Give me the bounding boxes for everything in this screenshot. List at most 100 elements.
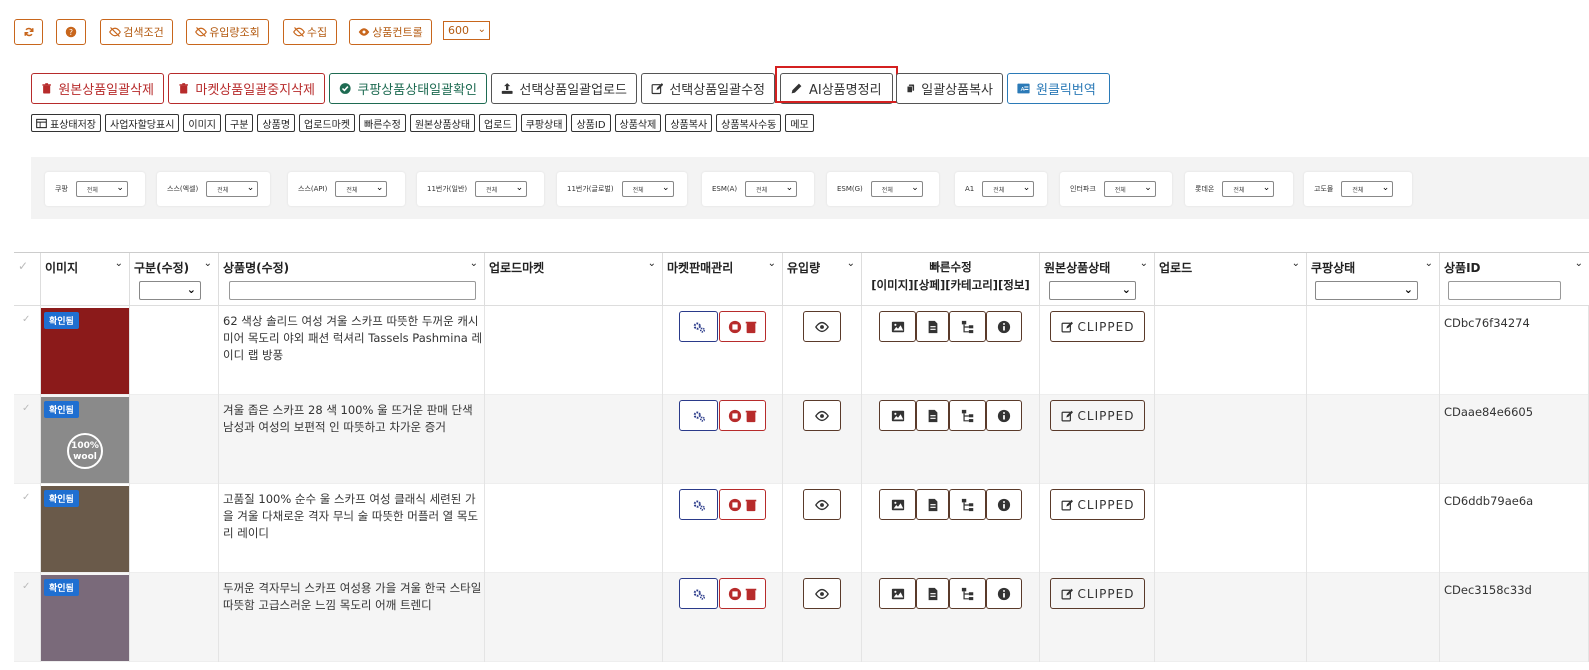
coupang-status-filter-select[interactable]: ⌄ [1315, 281, 1418, 300]
product-thumbnail[interactable]: 확인됨 [41, 486, 129, 572]
chevron-down-icon[interactable]: ⌄ [1425, 258, 1433, 269]
column-tag[interactable]: 사업자할당표시 [105, 114, 180, 132]
product-name[interactable]: 고품질 100% 순수 울 스카프 여성 클래식 세련된 가을 겨울 다채로운 … [223, 491, 483, 542]
market-settings-button[interactable] [679, 400, 718, 431]
collect-button[interactable]: 수집 [283, 19, 337, 45]
product-id-filter-input[interactable] [1448, 281, 1561, 300]
column-tag[interactable]: 표상태저장 [31, 114, 101, 132]
table-row[interactable]: ✓ 확인됨 고품질 100% 순수 울 스카프 여성 클래식 세련된 가을 겨울 다… [14, 484, 1589, 573]
product-control-button[interactable]: 상품컨트롤 [349, 19, 432, 45]
view-inflow-button[interactable] [803, 489, 841, 520]
row-checkbox[interactable]: ✓ [22, 581, 30, 592]
bulk-edit-button[interactable]: 선택상품일괄수정 [641, 73, 775, 104]
filter-select[interactable]: 전체 ⌄ [75, 181, 128, 197]
chevron-down-icon[interactable]: ⌄ [1292, 258, 1300, 269]
column-tag[interactable]: 원본상품상태 [409, 114, 476, 132]
column-tag[interactable]: 이미지 [183, 114, 222, 132]
page-size-select[interactable]: 600 ⌄ [443, 21, 490, 40]
edit-info-button[interactable] [986, 400, 1022, 431]
one-click-translate-button[interactable]: A 원클릭번역 [1007, 73, 1110, 104]
chevron-down-icon[interactable]: ⌄ [1140, 258, 1148, 269]
view-inflow-button[interactable] [803, 400, 841, 431]
row-checkbox[interactable]: ✓ [22, 403, 30, 414]
help-button[interactable]: ? [56, 19, 86, 45]
edit-info-button[interactable] [986, 578, 1022, 609]
original-status-button[interactable]: CLIPPED [1050, 311, 1145, 342]
search-condition-button[interactable]: 검색조건 [100, 19, 173, 45]
product-name[interactable]: 두꺼운 격자무늬 스카프 여성용 가을 겨울 한국 스타일 따뜻함 고급스러운 … [223, 580, 483, 614]
column-tag[interactable]: 쿠팡상태 [520, 114, 568, 132]
filter-select[interactable]: 전체 ⌄ [206, 181, 259, 197]
original-status-button[interactable]: CLIPPED [1050, 578, 1145, 609]
product-name-filter-input[interactable] [229, 281, 476, 300]
filter-select[interactable]: 전체 ⌄ [1222, 181, 1275, 197]
bulk-copy-button[interactable]: 일괄상품복사 [896, 73, 1003, 104]
ai-product-name-button[interactable]: AI상품명정리 [780, 73, 893, 104]
filter-select[interactable]: 전체 ⌄ [1341, 181, 1394, 197]
table-row[interactable]: ✓ 확인됨 100% wool 겨울 좁은 스카프 28 색 100% 울 뜨거운 판… [14, 395, 1589, 484]
table-row[interactable]: ✓ 확인됨 62 색상 솔리드 여성 겨울 스카프 따뜻한 두꺼운 캐시미어 목도리… [14, 306, 1589, 395]
filter-select[interactable]: 전체 ⌄ [745, 181, 798, 197]
edit-category-button[interactable] [949, 400, 986, 431]
column-tag[interactable]: 업로드 [479, 114, 517, 132]
column-tag[interactable]: 메모 [785, 114, 814, 132]
product-thumbnail[interactable]: 확인됨 100% wool [41, 397, 129, 483]
chevron-down-icon[interactable]: ⌄ [648, 258, 656, 269]
filter-select[interactable]: 전체 ⌄ [621, 181, 674, 197]
original-status-button[interactable]: CLIPPED [1050, 400, 1145, 431]
edit-image-button[interactable] [879, 489, 916, 520]
refresh-button[interactable] [14, 19, 43, 45]
market-settings-button[interactable] [679, 578, 718, 609]
edit-image-button[interactable] [879, 311, 916, 342]
edit-info-button[interactable] [986, 311, 1022, 342]
edit-detail-page-button[interactable] [916, 311, 949, 342]
row-checkbox[interactable]: ✓ [22, 492, 30, 503]
edit-category-button[interactable] [949, 578, 986, 609]
column-tag[interactable]: 상품ID [571, 114, 611, 132]
edit-detail-page-button[interactable] [916, 578, 949, 609]
column-tag[interactable]: 상품복사수동 [716, 114, 782, 132]
product-name[interactable]: 62 색상 솔리드 여성 겨울 스카프 따뜻한 두꺼운 캐시미어 목도리 야외 … [223, 313, 483, 364]
product-thumbnail[interactable]: 확인됨 [41, 575, 129, 661]
edit-image-button[interactable] [879, 400, 916, 431]
product-name[interactable]: 겨울 좁은 스카프 28 색 100% 울 뜨거운 판매 단색 남성과 여성의 … [223, 402, 483, 436]
category-filter-select[interactable]: ⌄ [139, 281, 201, 300]
chevron-down-icon[interactable]: ⌄ [1575, 258, 1583, 269]
table-row[interactable]: ✓ 확인됨 두꺼운 격자무늬 스카프 여성용 가을 겨울 한국 스타일 따뜻함 고급… [14, 573, 1589, 662]
edit-info-button[interactable] [986, 489, 1022, 520]
view-inflow-button[interactable] [803, 578, 841, 609]
view-inflow-button[interactable] [803, 311, 841, 342]
inflow-query-button[interactable]: 유입량조회 [186, 19, 269, 45]
chevron-down-icon[interactable]: ⌄ [204, 258, 212, 269]
market-delete-button[interactable] [719, 400, 766, 431]
market-delete-button[interactable] [719, 311, 766, 342]
column-tag[interactable]: 빠른수정 [359, 114, 406, 132]
original-status-filter-select[interactable]: ⌄ [1049, 281, 1136, 300]
filter-select[interactable]: 전체 ⌄ [335, 181, 388, 197]
edit-category-button[interactable] [949, 489, 986, 520]
original-status-button[interactable]: CLIPPED [1050, 489, 1145, 520]
filter-select[interactable]: 전체 ⌄ [870, 181, 923, 197]
edit-detail-page-button[interactable] [916, 489, 949, 520]
market-delete-button[interactable] [719, 489, 766, 520]
row-checkbox[interactable]: ✓ [22, 314, 30, 325]
edit-category-button[interactable] [949, 311, 986, 342]
column-tag[interactable]: 업로드마켓 [299, 114, 356, 132]
filter-select[interactable]: 전체 ⌄ [1103, 181, 1156, 197]
market-delete-button[interactable] [719, 578, 766, 609]
column-tag[interactable]: 상품삭제 [614, 114, 662, 132]
edit-image-button[interactable] [879, 578, 916, 609]
delete-market-button[interactable]: 마켓상품일괄중지삭제 [168, 73, 325, 104]
header-select-all[interactable]: ✓ [14, 253, 41, 306]
market-settings-button[interactable] [679, 311, 718, 342]
chevron-down-icon[interactable]: ⌄ [768, 258, 776, 269]
column-tag[interactable]: 구분 [225, 114, 254, 132]
bulk-upload-button[interactable]: 선택상품일괄업로드 [491, 73, 637, 104]
chevron-down-icon[interactable]: ⌄ [847, 258, 855, 269]
column-tag[interactable]: 상품명 [257, 114, 296, 132]
delete-original-button[interactable]: 원본상품일괄삭제 [31, 73, 164, 104]
edit-detail-page-button[interactable] [916, 400, 949, 431]
column-tag[interactable]: 상품복사 [665, 114, 713, 132]
chevron-down-icon[interactable]: ⌄ [470, 258, 478, 269]
coupang-check-button[interactable]: 쿠팡상품상태일괄확인 [329, 73, 487, 104]
